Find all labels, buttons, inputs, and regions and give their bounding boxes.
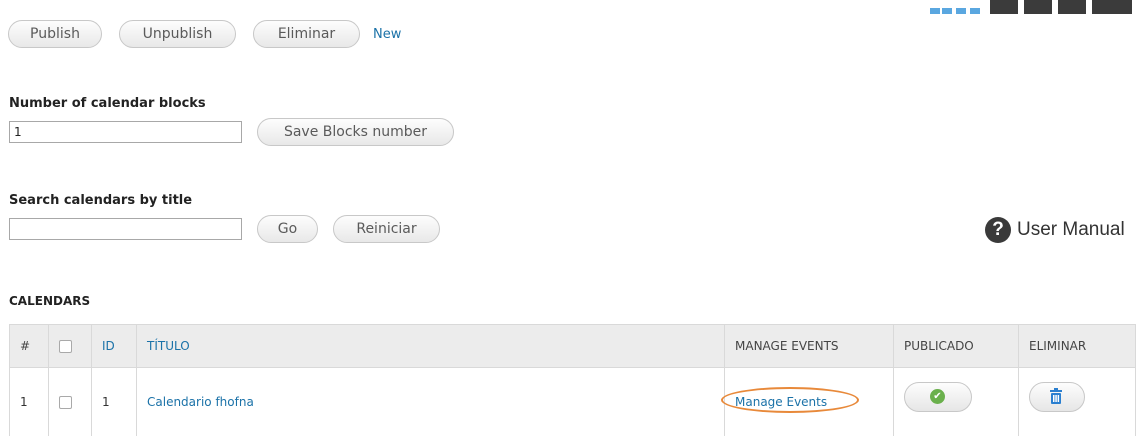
trash-icon [1049,388,1063,404]
blocks-number-input[interactable] [9,121,242,143]
user-manual-label: User Manual [1017,219,1125,241]
save-blocks-button[interactable]: Save Blocks number [257,118,454,146]
published-toggle-button[interactable]: ✔ [904,382,972,412]
row-number: 1 [10,368,49,436]
calendar-title-link[interactable]: Calendario fhofna [147,395,254,409]
col-id[interactable]: ID [92,325,137,368]
row-checkbox[interactable] [59,396,72,409]
select-all-checkbox[interactable] [59,340,72,353]
search-input[interactable] [9,218,242,240]
table-row: 1 1 Calendario fhofna Manage Events ✔ [10,368,1136,436]
col-select-all [49,325,92,368]
new-link[interactable]: New [373,27,401,42]
delete-row-button[interactable] [1029,382,1085,412]
col-delete: ELIMINAR [1019,325,1136,368]
col-published: PUBLICADO [894,325,1019,368]
row-title-cell: Calendario fhofna [137,368,725,436]
row-manage-cell: Manage Events [725,368,894,436]
row-select [49,368,92,436]
go-button[interactable]: Go [257,215,318,243]
delete-button[interactable]: Eliminar [253,20,360,48]
reset-button[interactable]: Reiniciar [333,215,440,243]
unpublish-button[interactable]: Unpublish [119,20,236,48]
row-delete-cell [1019,368,1136,436]
highlight-oval [721,387,859,413]
publish-button[interactable]: Publish [8,20,102,48]
user-manual-link[interactable]: ? User Manual [985,217,1125,243]
row-id: 1 [92,368,137,436]
table-header-row: # ID TÍTULO MANAGE EVENTS PUBLICADO ELIM… [10,325,1136,368]
col-title[interactable]: TÍTULO [137,325,725,368]
brand-logo [928,0,1138,16]
calendars-heading: CALENDARS [9,294,90,308]
search-label: Search calendars by title [9,193,192,208]
calendars-table: # ID TÍTULO MANAGE EVENTS PUBLICADO ELIM… [9,324,1136,436]
blocks-label: Number of calendar blocks [9,96,206,111]
check-circle-icon: ✔ [930,389,945,404]
row-published-cell: ✔ [894,368,1019,436]
col-number: # [10,325,49,368]
question-icon: ? [985,217,1011,243]
col-manage-events: MANAGE EVENTS [725,325,894,368]
